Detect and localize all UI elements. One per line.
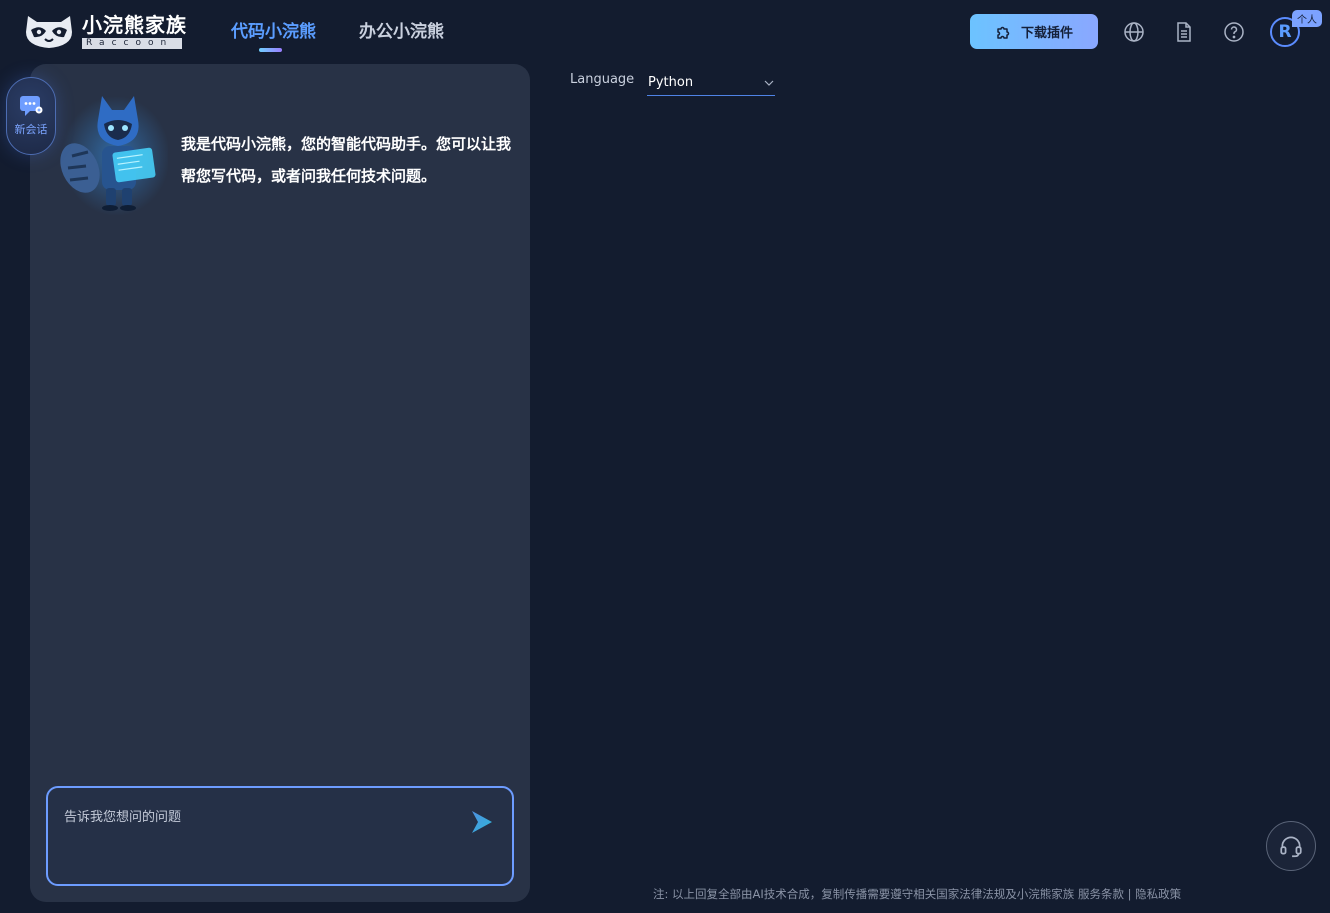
footer-separator: |	[1127, 887, 1132, 901]
help-icon[interactable]	[1222, 20, 1246, 44]
privacy-policy-link[interactable]: 隐私政策	[1135, 887, 1181, 901]
customer-support-button[interactable]	[1266, 821, 1316, 871]
new-chat-button[interactable]: 新会话	[6, 77, 56, 155]
document-icon[interactable]	[1172, 20, 1196, 44]
footer-note: 注: 以上回复全部由AI技术合成，复制传播需要遵守相关国家法律法规及小浣熊家族	[653, 887, 1075, 901]
chat-input-box	[46, 786, 514, 886]
terms-of-service-link[interactable]: 服务条款	[1078, 887, 1124, 901]
tab-code-raccoon[interactable]: 代码小浣熊	[231, 20, 316, 44]
active-tab-indicator	[259, 48, 282, 52]
chevron-down-icon	[764, 80, 774, 86]
chat-input[interactable]	[64, 806, 444, 866]
download-plugin-label: 下载插件	[1020, 26, 1073, 41]
footer-disclaimer: 注: 以上回复全部由AI技术合成，复制传播需要遵守相关国家法律法规及小浣熊家族 …	[653, 886, 1181, 902]
top-header: 小浣熊家族 Raccoon 代码小浣熊 办公小浣熊 下载插件 R 个人	[0, 0, 1330, 64]
welcome-message: 我是代码小浣熊，您的智能代码助手。您可以让我帮您写代码，或者问我任何技术问题。	[181, 135, 512, 185]
puzzle-icon	[997, 26, 1010, 39]
send-arrow-icon[interactable]	[468, 808, 496, 836]
logo-title: 小浣熊家族	[82, 13, 187, 37]
language-label: Language	[570, 72, 635, 87]
raccoon-mascot-icon	[60, 96, 168, 216]
chat-panel: 我是代码小浣熊，您的智能代码助手。您可以让我帮您写代码，或者问我任何技术问题。	[30, 64, 530, 902]
language-selected-value: Python	[648, 75, 694, 90]
raccoon-logo-icon	[26, 16, 72, 48]
tab-office-raccoon[interactable]: 办公小浣熊	[359, 20, 444, 44]
account-type-badge: 个人	[1292, 10, 1322, 27]
new-chat-label: 新会话	[14, 123, 48, 136]
globe-icon[interactable]	[1122, 20, 1146, 44]
headset-icon	[1280, 836, 1302, 858]
download-plugin-button[interactable]: 下载插件	[970, 14, 1098, 49]
language-select[interactable]: Python	[647, 70, 775, 96]
logo-subtitle: Raccoon	[82, 38, 182, 49]
chat-bubble-icon	[20, 96, 43, 116]
logo[interactable]: 小浣熊家族 Raccoon	[22, 12, 187, 50]
